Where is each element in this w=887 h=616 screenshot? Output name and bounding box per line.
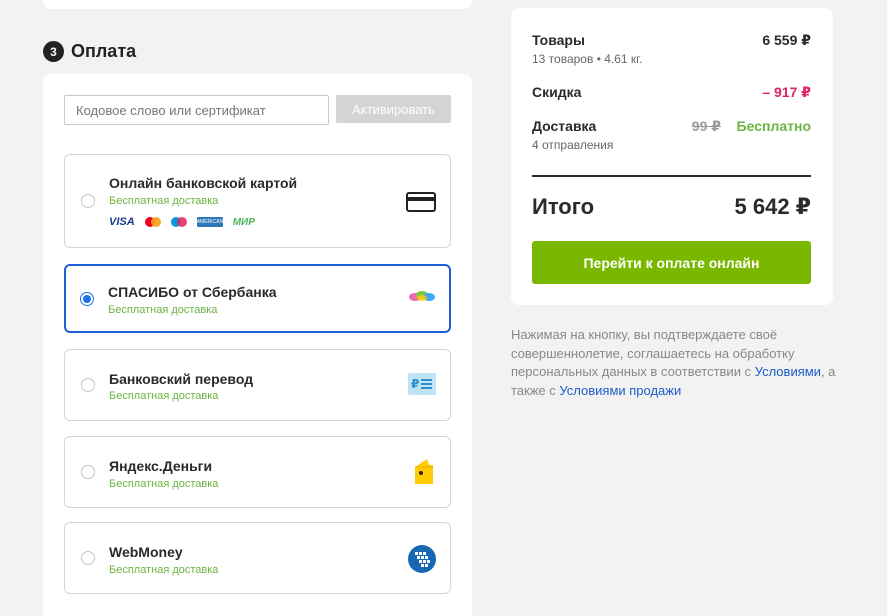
sale-terms-link[interactable]: Условиями продажи (559, 383, 681, 398)
previous-section-card (43, 0, 472, 9)
payment-option-spasibo[interactable]: СПАСИБО от Сбербанка Бесплатная доставка (64, 264, 451, 333)
payment-option-bank-transfer[interactable]: Банковский перевод Бесплатная доставка ₽ (64, 349, 451, 421)
option-subtitle: Бесплатная доставка (109, 564, 219, 576)
goods-details: 13 товаров • 4.61 кг. (532, 52, 643, 66)
option-subtitle: Бесплатная доставка (108, 304, 218, 316)
pay-online-button[interactable]: Перейти к оплате онлайн (532, 241, 811, 284)
total-label: Итого (532, 194, 595, 219)
option-title: Банковский перевод (109, 371, 254, 387)
radio-button[interactable] (81, 465, 95, 479)
payment-option-yandex-money[interactable]: Яндекс.Деньги Бесплатная доставка (64, 436, 451, 508)
option-title: СПАСИБО от Сбербанка (108, 284, 277, 300)
card-brands: VISA AMERICAN EXPRESS МИР (109, 216, 255, 235)
terms-link[interactable]: Условиями (755, 364, 821, 379)
radio-button-selected[interactable] (80, 292, 94, 306)
option-subtitle: Бесплатная доставка (109, 478, 219, 490)
goods-total: 6 559 ₽ (762, 32, 811, 48)
delivery-label: Доставка (532, 118, 597, 134)
option-title: WebMoney (109, 544, 183, 560)
terms-text: Нажимая на кнопку, вы подтверждаете своё… (511, 327, 795, 379)
terms-notice: Нажимая на кнопку, вы подтверждаете своё… (511, 326, 836, 400)
payment-card: Активировать Онлайн банковской картой Бе… (43, 74, 472, 616)
option-subtitle: Бесплатная доставка (109, 195, 219, 207)
mir-logo: МИР (232, 216, 255, 228)
option-title: Онлайн банковской картой (109, 175, 298, 191)
delivery-shipments: 4 отправления (532, 138, 614, 152)
radio-button[interactable] (81, 378, 95, 392)
delivery-old-price: 99 ₽ (691, 118, 721, 134)
section-title: Оплата (71, 41, 137, 61)
webmoney-icon (407, 544, 437, 579)
yandex-money-icon (413, 457, 435, 490)
radio-button[interactable] (81, 194, 95, 208)
bank-transfer-icon: ₽ (408, 373, 436, 400)
option-title: Яндекс.Деньги (109, 458, 213, 474)
order-summary-card: Товары 13 товаров • 4.61 кг. 6 559 ₽ Ски… (511, 8, 833, 305)
spasibo-logo-icon (407, 288, 437, 309)
mastercard-icon (144, 217, 161, 227)
goods-label: Товары (532, 32, 585, 48)
promo-code-input[interactable] (64, 95, 329, 125)
svg-text:₽: ₽ (411, 377, 419, 391)
credit-card-icon (406, 192, 436, 217)
delivery-value: Бесплатно (736, 118, 811, 134)
discount-value: – 917 ₽ (762, 84, 811, 100)
activate-button[interactable]: Активировать (336, 95, 451, 123)
amex-logo: AMERICAN EXPRESS (196, 217, 224, 235)
total-value: 5 642 ₽ (734, 194, 811, 219)
option-subtitle: Бесплатная доставка (109, 390, 219, 402)
radio-button[interactable] (81, 551, 95, 565)
discount-label: Скидка (532, 84, 582, 100)
maestro-icon (170, 217, 187, 227)
summary-divider (532, 175, 811, 177)
payment-option-card[interactable]: Онлайн банковской картой Бесплатная дост… (64, 154, 451, 248)
visa-logo: VISA (109, 216, 135, 228)
payment-section-header: 3 Оплата (43, 41, 136, 62)
payment-option-webmoney[interactable]: WebMoney Бесплатная доставка (64, 522, 451, 594)
step-number-badge: 3 (43, 41, 64, 62)
